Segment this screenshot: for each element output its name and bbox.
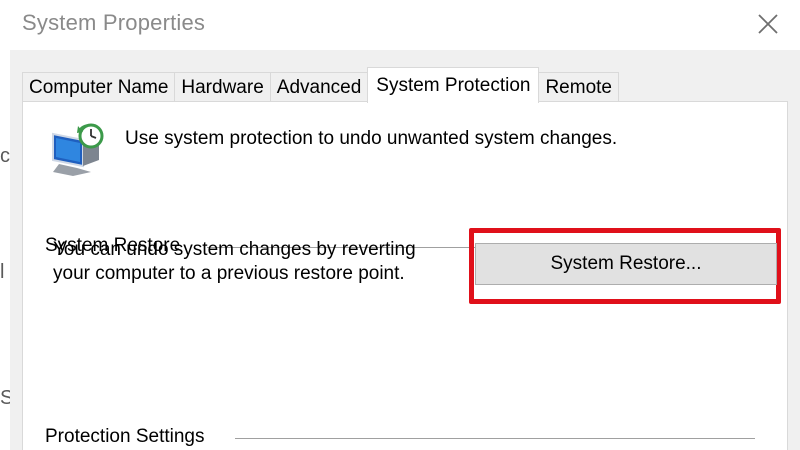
background-window-fragment: c xyxy=(0,145,10,167)
background-window-fragment: l xyxy=(0,261,5,283)
tab-hardware[interactable]: Hardware xyxy=(174,72,271,102)
intro-text: Use system protection to undo unwanted s… xyxy=(125,128,618,149)
tab-remote[interactable]: Remote xyxy=(538,72,619,102)
dialog-body: Computer Name Hardware Advanced System P… xyxy=(10,50,800,450)
close-button[interactable] xyxy=(748,6,788,42)
tab-strip: Computer Name Hardware Advanced System P… xyxy=(22,67,619,103)
protection-settings-group-divider xyxy=(235,438,755,439)
title-bar[interactable]: System Properties xyxy=(10,0,800,50)
system-properties-dialog: System Properties Computer Name Hardware… xyxy=(10,0,800,450)
protection-settings-group-title: Protection Settings xyxy=(45,426,211,448)
tab-system-protection[interactable]: System Protection xyxy=(367,67,540,103)
window-title: System Properties xyxy=(22,10,206,35)
system-restore-description: You can undo system changes by reverting… xyxy=(53,239,416,284)
screen: c l S System Properties Computer Name Ha… xyxy=(0,0,800,450)
tab-computer-name[interactable]: Computer Name xyxy=(22,72,176,102)
system-protection-panel: Use system protection to undo unwanted s… xyxy=(22,101,788,450)
tab-advanced[interactable]: Advanced xyxy=(269,72,369,102)
close-icon xyxy=(758,14,778,34)
system-restore-button[interactable]: System Restore... xyxy=(475,243,777,285)
system-protection-icon xyxy=(52,123,104,176)
